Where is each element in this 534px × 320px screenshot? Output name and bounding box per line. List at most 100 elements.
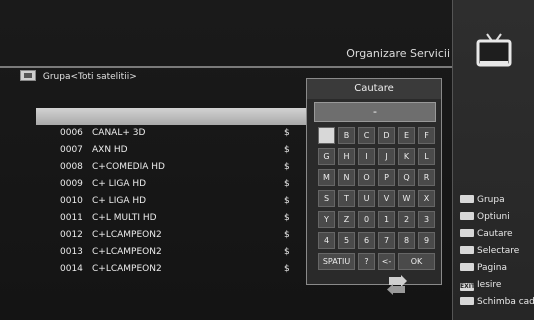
- table-row[interactable]: 0008 C+COMEDIA HD $: [36, 159, 306, 176]
- service-number: 0012: [60, 230, 83, 240]
- table-row[interactable]: [36, 108, 306, 125]
- table-row[interactable]: 0010 C+ LIGA HD $: [36, 193, 306, 210]
- key-ok[interactable]: OK: [398, 253, 435, 270]
- key-d[interactable]: D: [378, 127, 395, 144]
- table-row[interactable]: 0013 C+LCAMPEON2 $: [36, 244, 306, 261]
- key-g[interactable]: G: [318, 148, 335, 165]
- scrambled-symbol: $: [284, 247, 290, 257]
- key-h[interactable]: H: [338, 148, 355, 165]
- table-row[interactable]: 0011 C+L MULTI HD $: [36, 210, 306, 227]
- service-number: 0014: [60, 264, 83, 274]
- search-input[interactable]: -: [314, 102, 436, 122]
- table-row[interactable]: 0014 C+LCAMPEON2 $: [36, 261, 306, 278]
- key-blank[interactable]: [318, 127, 335, 144]
- key-j[interactable]: J: [378, 148, 395, 165]
- key-space[interactable]: SPATIU: [318, 253, 355, 270]
- key-e[interactable]: E: [398, 127, 415, 144]
- legend-item-5: EXIT Iesire: [460, 280, 501, 291]
- key-2[interactable]: 2: [398, 211, 415, 228]
- page-title: Organizare Servicii: [346, 47, 450, 60]
- service-name: C+COMEDIA HD: [92, 162, 165, 172]
- key-n[interactable]: N: [338, 169, 355, 186]
- key-i[interactable]: I: [358, 148, 375, 165]
- scrambled-symbol: $: [284, 230, 290, 240]
- tv-icon: [476, 33, 512, 67]
- key-w[interactable]: W: [398, 190, 415, 207]
- legend-item-2: Cautare: [460, 229, 513, 239]
- key-4[interactable]: 4: [318, 232, 335, 249]
- service-name: C+LCAMPEON2: [92, 230, 162, 240]
- scrambled-symbol: $: [284, 145, 290, 155]
- key-u[interactable]: U: [358, 190, 375, 207]
- service-name: CANAL+ 3D: [92, 128, 146, 138]
- satellite-group-icon: [20, 70, 36, 81]
- key-c[interactable]: C: [358, 127, 375, 144]
- scrambled-symbol: $: [284, 264, 290, 274]
- scrambled-symbol: $: [284, 196, 290, 206]
- scrambled-symbol: $: [284, 213, 290, 223]
- key-f[interactable]: F: [418, 127, 435, 144]
- legend-label: Schimba cad: [477, 297, 534, 307]
- key-v[interactable]: V: [378, 190, 395, 207]
- table-row[interactable]: 0012 C+LCAMPEON2 $: [36, 227, 306, 244]
- scrambled-symbol: $: [284, 179, 290, 189]
- key-y[interactable]: Y: [318, 211, 335, 228]
- swap-arrows-icon: [387, 275, 407, 295]
- service-name: C+LCAMPEON2: [92, 264, 162, 274]
- key-3[interactable]: 3: [418, 211, 435, 228]
- search-title: Cautare: [307, 79, 441, 99]
- header-divider: [0, 66, 452, 68]
- scrambled-symbol: $: [284, 128, 290, 138]
- legend-label: Selectare: [477, 246, 520, 256]
- service-number: 0013: [60, 247, 83, 257]
- key-z[interactable]: Z: [338, 211, 355, 228]
- key-k[interactable]: K: [398, 148, 415, 165]
- service-number: 0010: [60, 196, 83, 206]
- search-key-icon: [460, 229, 474, 237]
- legend-label: Pagina: [477, 263, 507, 273]
- key-l[interactable]: L: [418, 148, 435, 165]
- service-number: 0007: [60, 145, 83, 155]
- key-question[interactable]: ?: [358, 253, 375, 270]
- service-name: C+L MULTI HD: [92, 213, 157, 223]
- key-1[interactable]: 1: [378, 211, 395, 228]
- service-name: AXN HD: [92, 145, 128, 155]
- red-key-icon: [460, 195, 474, 203]
- key-r[interactable]: R: [418, 169, 435, 186]
- table-row[interactable]: 0007 AXN HD $: [36, 142, 306, 159]
- key-7[interactable]: 7: [378, 232, 395, 249]
- key-0[interactable]: 0: [358, 211, 375, 228]
- table-row[interactable]: 0006 CANAL+ 3D $: [36, 125, 306, 142]
- key-x[interactable]: X: [418, 190, 435, 207]
- key-m[interactable]: M: [318, 169, 335, 186]
- key-8[interactable]: 8: [398, 232, 415, 249]
- key-p[interactable]: P: [378, 169, 395, 186]
- exit-key-icon: EXIT: [460, 283, 476, 291]
- scrambled-symbol: $: [284, 162, 290, 172]
- key-s[interactable]: S: [318, 190, 335, 207]
- group-selector[interactable]: Grupa<Toti satelitii>: [20, 70, 137, 88]
- legend-item-4: Pagina: [460, 263, 507, 273]
- legend-item-1: Optiuni: [460, 212, 510, 222]
- key-9[interactable]: 9: [418, 232, 435, 249]
- service-list: 0006 CANAL+ 3D $ 0007 AXN HD $ 0008 C+CO…: [20, 108, 340, 288]
- legend-label: Cautare: [477, 229, 513, 239]
- service-number: 0009: [60, 179, 83, 189]
- screen: Organizare Servicii Grupa<Toti satelitii…: [0, 0, 534, 320]
- service-name: C+ LIGA HD: [92, 196, 147, 206]
- key-o[interactable]: O: [358, 169, 375, 186]
- legend-label: Iesire: [477, 280, 502, 290]
- service-number: 0011: [60, 213, 83, 223]
- select-key-icon: [460, 246, 474, 254]
- key-b[interactable]: B: [338, 127, 355, 144]
- key-t[interactable]: T: [338, 190, 355, 207]
- service-number: 0006: [60, 128, 83, 138]
- key-5[interactable]: 5: [338, 232, 355, 249]
- table-row[interactable]: 0009 C+ LIGA HD $: [36, 176, 306, 193]
- key-6[interactable]: 6: [358, 232, 375, 249]
- green-key-icon: [460, 212, 474, 220]
- key-q[interactable]: Q: [398, 169, 415, 186]
- page-key-icon: [460, 263, 474, 271]
- legend-item-6: Schimba cad: [460, 297, 534, 307]
- key-backspace[interactable]: <-: [378, 253, 395, 270]
